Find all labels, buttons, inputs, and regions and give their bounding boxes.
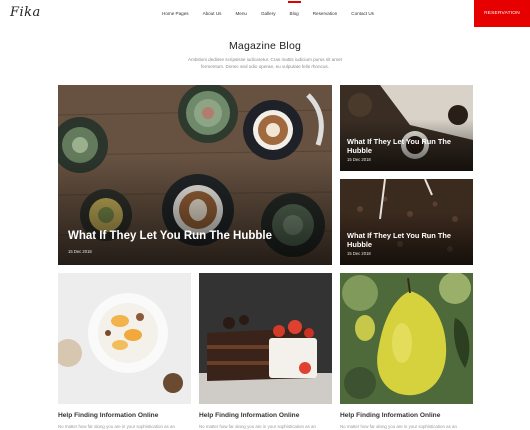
page-intro-text: Ambitioni dedisse scripsisse iudicaretur… bbox=[188, 57, 342, 69]
side-post-title[interactable]: What If They Let You Run The Hubble bbox=[347, 231, 462, 249]
chocolate-cake-image bbox=[199, 273, 332, 404]
post-title[interactable]: Help Finding Information Online bbox=[340, 412, 440, 419]
pear-tree-image bbox=[340, 273, 473, 404]
post-card-image[interactable] bbox=[340, 273, 473, 404]
breakfast-bowl-image bbox=[58, 273, 191, 404]
post-title[interactable]: Help Finding Information Online bbox=[58, 412, 158, 419]
reservation-button[interactable]: RESERVATION bbox=[474, 0, 530, 27]
post-excerpt: No matter how far along you are in your … bbox=[340, 424, 457, 429]
nav-menu[interactable]: Menu bbox=[235, 11, 247, 16]
nav-reservation[interactable]: Reservation bbox=[313, 11, 338, 16]
nav-contact-us[interactable]: Contact Us bbox=[351, 11, 374, 16]
side-post-title[interactable]: What If They Let You Run The Hubble bbox=[347, 137, 462, 155]
post-card-image[interactable] bbox=[199, 273, 332, 404]
featured-post-overlay bbox=[58, 157, 332, 265]
page-title: Magazine Blog bbox=[228, 40, 302, 52]
post-excerpt: No matter how far along you are in your … bbox=[58, 424, 175, 429]
side-post-date: 15 Dec 2018 bbox=[347, 251, 371, 256]
nav-gallery[interactable]: Gallery bbox=[261, 11, 276, 16]
site-logo[interactable]: Fika bbox=[10, 5, 41, 20]
post-excerpt: No matter how far along you are in your … bbox=[199, 424, 316, 429]
post-title[interactable]: Help Finding Information Online bbox=[199, 412, 299, 419]
nav-home-pages[interactable]: Home Pages bbox=[162, 11, 189, 16]
side-post-date: 15 Dec 2018 bbox=[347, 157, 371, 162]
nav-blog[interactable]: Blog bbox=[287, 1, 301, 16]
featured-post-date: 15 Dec 2018 bbox=[68, 249, 92, 254]
main-nav: Home Pages About Us Menu Gallery Blog Re… bbox=[162, 0, 388, 27]
site-header: Fika Home Pages About Us Menu Gallery Bl… bbox=[0, 0, 530, 27]
nav-about-us[interactable]: About Us bbox=[203, 11, 222, 16]
featured-post-title[interactable]: What If They Let You Run The Hubble bbox=[68, 230, 272, 242]
post-card-image[interactable] bbox=[58, 273, 191, 404]
